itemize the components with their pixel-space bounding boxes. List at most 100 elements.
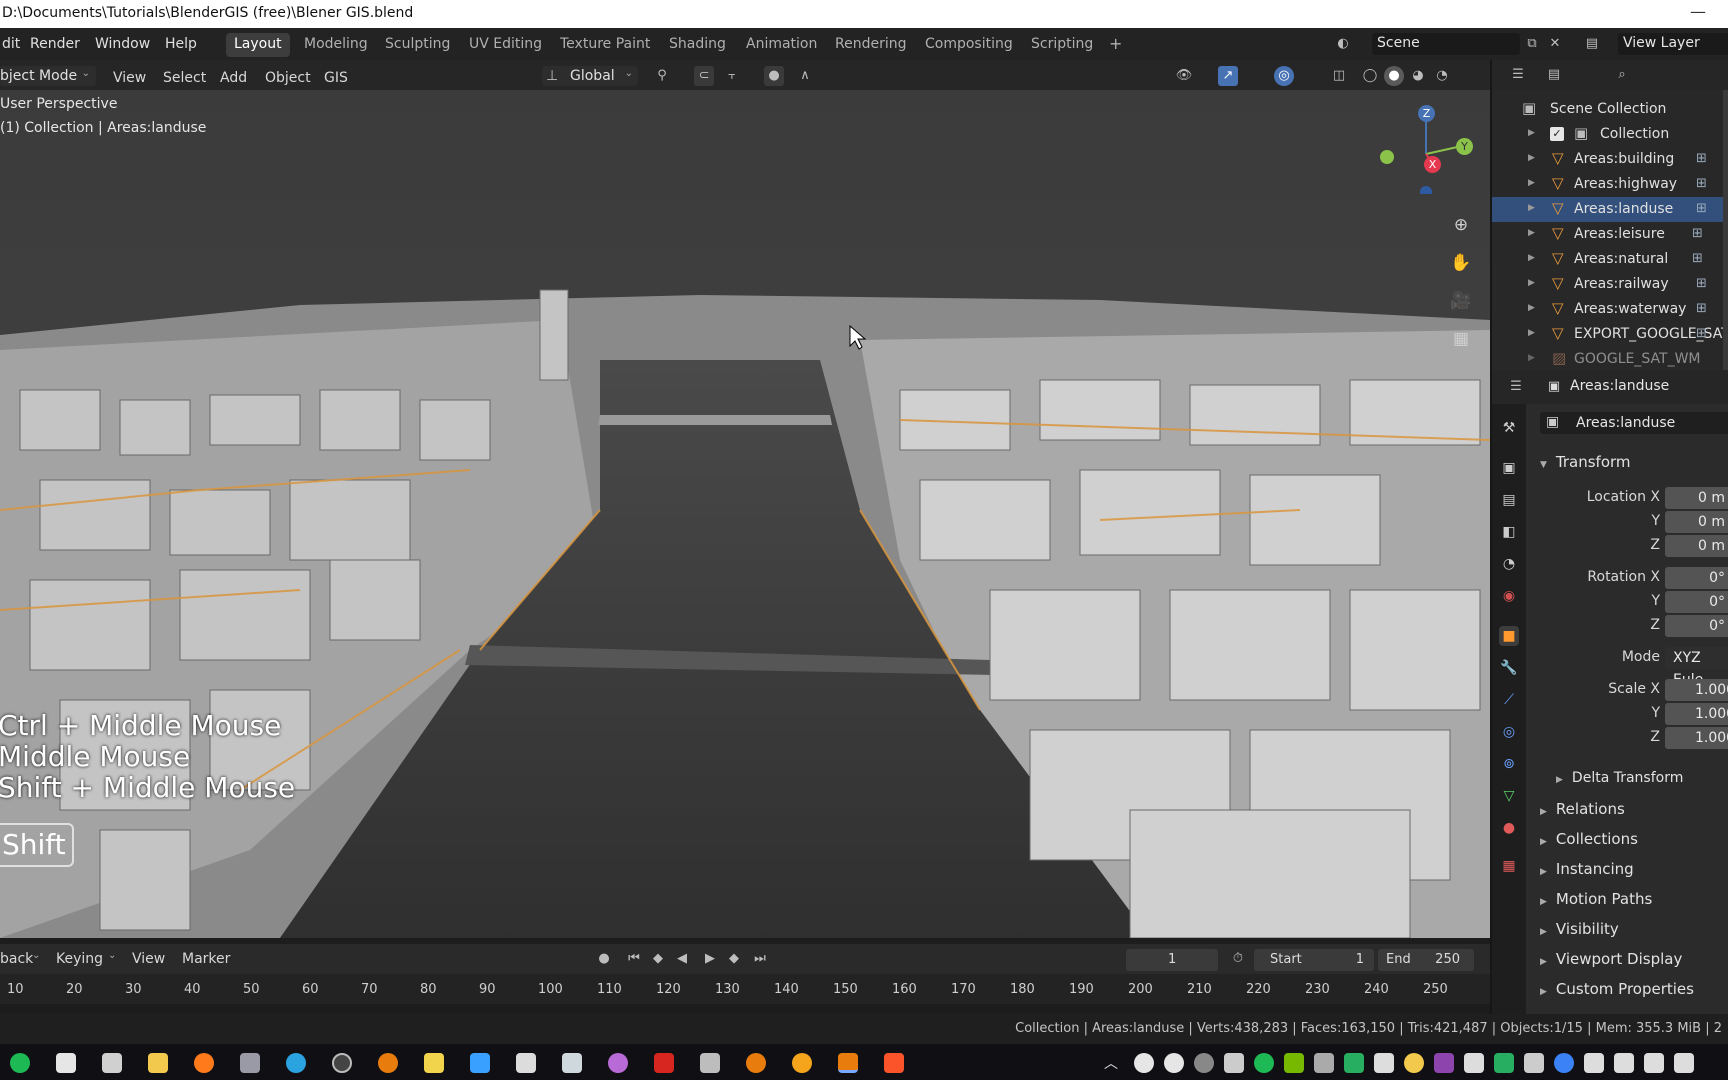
expand-right-icon[interactable]: ▶: [1528, 328, 1535, 338]
tray-icon-3[interactable]: [1344, 1053, 1364, 1073]
pen-icon[interactable]: [1644, 1053, 1664, 1073]
visibility-icon[interactable]: 👁: [1174, 66, 1194, 86]
section-header-motion-paths[interactable]: ▶ Motion Paths: [1540, 890, 1652, 908]
cloud-icon[interactable]: [1134, 1053, 1154, 1073]
tab-layout[interactable]: Layout: [226, 33, 290, 57]
notes-icon[interactable]: [424, 1053, 444, 1073]
outliner-scene-collection[interactable]: ▣ Scene Collection: [1492, 97, 1728, 122]
volume-icon[interactable]: [1614, 1053, 1634, 1073]
outliner-scrollbar[interactable]: [1723, 90, 1728, 370]
acrobat-icon[interactable]: [654, 1053, 674, 1073]
filter-icon[interactable]: ▤: [1544, 65, 1564, 85]
scene-icon[interactable]: ◐: [1333, 34, 1353, 54]
prev-keyframe-icon[interactable]: ◆: [648, 949, 668, 969]
timeline-scrollbar[interactable]: [0, 1004, 1490, 1014]
menu-window[interactable]: Window: [95, 36, 150, 52]
bluetooth-icon[interactable]: [1554, 1053, 1574, 1073]
physics-tab-icon[interactable]: ◎: [1499, 722, 1519, 742]
menu-render[interactable]: Render: [30, 36, 80, 52]
nvidia-icon[interactable]: [1284, 1053, 1304, 1073]
tray-icon[interactable]: [1194, 1053, 1214, 1073]
xray-icon[interactable]: ◫: [1329, 66, 1349, 86]
expand-right-icon[interactable]: ▶: [1528, 353, 1535, 363]
outliner-item[interactable]: ▶ ✓ ▣ Collection: [1492, 122, 1728, 147]
outliner-item[interactable]: ▶ ▽ Areas:natural ⊞: [1492, 247, 1728, 272]
constraints-tab-icon[interactable]: ⊚: [1499, 754, 1519, 774]
next-keyframe-icon[interactable]: ◆: [724, 949, 744, 969]
app-icon-2[interactable]: [792, 1053, 812, 1073]
outliner-item[interactable]: ▶ ▽ Areas:landuse ⊞: [1492, 197, 1728, 222]
section-header-custom-properties[interactable]: ▶ Custom Properties: [1540, 980, 1694, 998]
record-icon[interactable]: ●: [594, 949, 614, 969]
timeline-ruler[interactable]: 10 20 30 40 50 60 70 80 90 100 110 120 130 140 150 160 1…: [0, 974, 1490, 1004]
pan-hand-icon[interactable]: ✋: [1446, 248, 1476, 278]
section-header-visibility[interactable]: ▶ Visibility: [1540, 920, 1619, 938]
paint-icon[interactable]: [608, 1053, 628, 1073]
app-icon[interactable]: [240, 1053, 260, 1073]
rotation-x-field[interactable]: 0°: [1665, 567, 1728, 589]
calculator-icon[interactable]: [700, 1053, 720, 1073]
expand-right-icon[interactable]: ▶: [1528, 253, 1535, 263]
cloud-icon-2[interactable]: [1164, 1053, 1184, 1073]
3d-viewport[interactable]: User Perspective (1) Collection | Areas:…: [0, 90, 1490, 938]
menu-keying[interactable]: Keying: [56, 951, 103, 967]
navigation-gizmo[interactable]: Z Y X: [1365, 104, 1475, 198]
tray-chevron-icon[interactable]: ︿: [1104, 1053, 1124, 1073]
menu-marker[interactable]: Marker: [182, 951, 230, 967]
outliner-item[interactable]: ▶ ▽ Areas:leisure ⊞: [1492, 222, 1728, 247]
properties-editor-icon[interactable]: ☰: [1506, 377, 1526, 397]
section-header-collections[interactable]: ▶ Collections: [1540, 830, 1638, 848]
search-icon[interactable]: ⌕: [1612, 65, 1632, 85]
play-icon[interactable]: ▶: [700, 949, 720, 969]
firefox-icon[interactable]: [194, 1053, 214, 1073]
orientation-dropdown[interactable]: ⊥ Global ⌄: [542, 66, 638, 86]
tray-icon-7[interactable]: [1524, 1053, 1544, 1073]
zoom-icon[interactable]: ⊕: [1446, 210, 1476, 240]
solid-shading-icon[interactable]: ●: [1384, 66, 1404, 86]
transform-section-header[interactable]: ▼ Transform: [1540, 453, 1631, 471]
scene-tab-icon[interactable]: ◔: [1499, 554, 1519, 574]
output-tab-icon[interactable]: ▤: [1499, 490, 1519, 510]
menu-view[interactable]: View: [113, 70, 146, 86]
start-frame-field[interactable]: Start 1: [1254, 949, 1374, 971]
section-header-relations[interactable]: ▶ Relations: [1540, 800, 1625, 818]
object-tab-icon[interactable]: ■: [1499, 626, 1519, 646]
section-header-instancing[interactable]: ▶ Instancing: [1540, 860, 1634, 878]
photos-icon[interactable]: [562, 1053, 582, 1073]
expand-right-icon[interactable]: ▶: [1528, 228, 1535, 238]
battery-icon[interactable]: [1584, 1053, 1604, 1073]
file-explorer-icon[interactable]: [148, 1053, 168, 1073]
end-frame-field[interactable]: End 250: [1378, 949, 1474, 971]
vpn-icon[interactable]: [470, 1053, 490, 1073]
overlays-icon[interactable]: ◎: [1274, 66, 1294, 86]
section-header-viewport-display[interactable]: ▶ Viewport Display: [1540, 950, 1682, 968]
wireframe-shading-icon[interactable]: ◯: [1360, 66, 1380, 86]
view-layer-field[interactable]: View Layer: [1618, 33, 1728, 55]
tab-texture-paint[interactable]: Texture Paint: [552, 33, 658, 57]
gizmo-z-axis[interactable]: Z: [1418, 105, 1435, 122]
pivot-icon[interactable]: ⚲: [652, 66, 672, 86]
tab-rendering[interactable]: Rendering: [827, 33, 915, 57]
current-frame-field[interactable]: 1: [1126, 949, 1218, 971]
telegram-icon[interactable]: [286, 1053, 306, 1073]
texture-tab-icon[interactable]: ▦: [1499, 856, 1519, 876]
modifier-tab-icon[interactable]: 🔧: [1499, 658, 1519, 678]
particles-tab-icon[interactable]: ⟋: [1499, 690, 1519, 710]
material-shading-icon[interactable]: ◕: [1408, 66, 1428, 86]
menu-view[interactable]: View: [132, 951, 165, 967]
microphone-icon[interactable]: [1224, 1053, 1244, 1073]
play-reverse-icon[interactable]: ◀: [672, 949, 692, 969]
expand-right-icon[interactable]: ▶: [1528, 303, 1535, 313]
blender-active-icon[interactable]: [838, 1053, 858, 1073]
camera-icon[interactable]: 🎥: [1446, 286, 1476, 316]
brave-icon[interactable]: [884, 1053, 904, 1073]
tab-animation[interactable]: Animation: [738, 33, 825, 57]
jump-end-icon[interactable]: ⏭: [750, 949, 770, 969]
mail-icon[interactable]: [56, 1053, 76, 1073]
usb-icon[interactable]: [1374, 1053, 1394, 1073]
view-layer-tab-icon[interactable]: ◧: [1499, 522, 1519, 542]
world-tab-icon[interactable]: ◉: [1499, 586, 1519, 606]
expand-right-icon[interactable]: ▶: [1528, 178, 1535, 188]
material-tab-icon[interactable]: ●: [1499, 818, 1519, 838]
scene-field[interactable]: Scene: [1372, 33, 1520, 55]
